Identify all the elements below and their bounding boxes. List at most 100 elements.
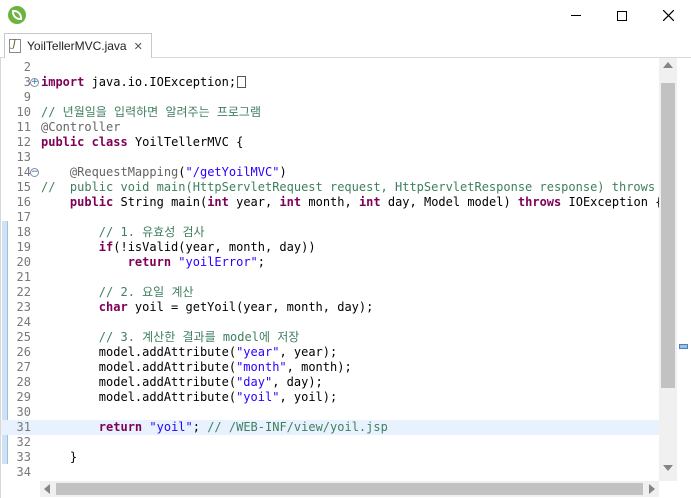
close-icon [662,10,674,21]
code-line-32[interactable]: 32 [1,435,660,450]
line-number: 10 [16,105,31,119]
code-line-10[interactable]: 10 // 년월일을 입력하면 알려주는 프로그램 [1,105,660,120]
line-number: 25 [16,330,31,344]
code-line-23[interactable]: 23 char yoil = getYoil(year, month, day)… [1,300,660,315]
line-number: 14 [16,165,31,179]
minimize-icon [571,15,581,16]
line-number: 15 [16,180,31,194]
code-line-24[interactable]: 24 [1,315,660,330]
code-line-2[interactable]: 2 [1,60,660,75]
line-number: 23 [16,300,31,314]
editor-tab-strip: YoilTellerMVC.java ✕ [0,31,691,79]
close-button[interactable] [645,0,691,31]
line-number: 20 [16,255,31,269]
code-line-20[interactable]: 20 return "yoilError"; [1,255,660,270]
line-number: 18 [16,225,31,239]
code-text[interactable]: } [41,450,77,465]
code-line-30[interactable]: 30 [1,405,660,420]
maximize-button[interactable] [599,0,645,31]
code-line-28[interactable]: 28 model.addAttribute("day", day); [1,375,660,390]
code-line-22[interactable]: 22 // 2. 요일 계산 [1,285,660,300]
code-line-12[interactable]: 12 public class YoilTellerMVC { [1,135,660,150]
code-line-16[interactable]: 16 public String main(int year, int mont… [1,195,663,210]
code-line-21[interactable]: 21 [1,270,660,285]
code-text[interactable]: char yoil = getYoil(year, month, day); [41,300,374,315]
code-line-14[interactable]: 14− @RequestMapping("/getYoilMVC") [1,165,660,180]
line-number: 32 [16,435,31,449]
code-line-27[interactable]: 27 model.addAttribute("month", month); [1,360,660,375]
tab-label: YoilTellerMVC.java [27,39,127,53]
code-line-31[interactable]: 31 return "yoil"; // /WEB-INF/view/yoil.… [1,420,660,435]
line-number: 24 [16,315,31,329]
code-text[interactable]: // 1. 유효성 검사 [41,225,205,240]
line-number: 11 [16,120,31,134]
code-text[interactable]: return "yoil"; // /WEB-INF/view/yoil.jsp [41,420,388,435]
fold-collapse-icon[interactable]: − [30,168,39,177]
code-line-15[interactable]: 15 // public void main(HttpServletRequest… [1,180,684,195]
code-line-26[interactable]: 26 model.addAttribute("year", year); [1,345,660,360]
line-number: 33 [16,450,31,464]
code-text[interactable]: model.addAttribute("day", day); [41,375,323,390]
line-number: 27 [16,360,31,374]
code-line-25[interactable]: 25 // 3. 계산한 결과를 model에 저장 [1,330,660,345]
code-editor[interactable]: 2 3 + import java.io.IOException; 9 10// 년월일을… [0,58,691,498]
overview-marker[interactable] [679,344,688,349]
scroll-left-icon[interactable] [44,484,50,494]
minimize-button[interactable] [553,0,599,31]
code-text[interactable]: public String main(int year, int month, … [41,195,663,210]
fold-expand-icon[interactable]: + [30,78,39,87]
title-bar [0,0,691,31]
line-number: 28 [16,375,31,389]
line-number: 13 [16,150,31,164]
line-number: 12 [16,135,31,149]
line-number: 30 [16,405,31,419]
vertical-scrollbar[interactable] [659,58,677,481]
line-number: 19 [16,240,31,254]
spring-leaf-icon [8,6,26,24]
line-number: 9 [23,90,31,104]
horizontal-scrollbar[interactable] [40,481,659,497]
line-number: 34 [16,465,31,479]
line-number: 17 [16,210,31,224]
code-line-9[interactable]: 9 [1,90,660,105]
code-line-3[interactable]: 3 + import java.io.IOException; [1,75,660,90]
tab-yoiltellermvc[interactable]: YoilTellerMVC.java ✕ [4,33,152,58]
code-text[interactable]: public class YoilTellerMVC { [41,135,243,150]
code-text[interactable]: // public void main(HttpServletRequest r… [41,180,684,195]
line-number: 29 [16,390,31,404]
scroll-right-icon[interactable] [649,484,655,494]
line-number: 22 [16,285,31,299]
overview-ruler [677,58,691,481]
code-text[interactable]: model.addAttribute("yoil", yoil); [41,390,337,405]
code-text[interactable]: import java.io.IOException; [41,75,247,90]
java-file-icon [9,39,21,53]
code-text[interactable]: // 년월일을 입력하면 알려주는 프로그램 [41,105,261,120]
code-text[interactable]: @Controller [41,120,120,135]
code-text[interactable]: model.addAttribute("month", month); [41,360,352,375]
horizontal-scroll-thumb[interactable] [56,483,643,495]
code-text[interactable]: @RequestMapping("/getYoilMVC") [41,165,287,180]
code-line-13[interactable]: 13 [1,150,660,165]
code-line-11[interactable]: 11 @Controller [1,120,660,135]
tab-close-icon[interactable]: ✕ [134,40,143,53]
code-text[interactable]: // 2. 요일 계산 [41,285,194,300]
line-number: 31 [16,420,31,434]
vertical-scroll-thumb[interactable] [661,83,675,388]
code-line-19[interactable]: 19 if(!isValid(year, month, day)) [1,240,660,255]
line-number: 3 [23,75,31,89]
code-line-33[interactable]: 33 } [1,450,660,465]
code-line-17[interactable]: 17 [1,210,660,225]
code-text[interactable]: model.addAttribute("year", year); [41,345,337,360]
code-line-18[interactable]: 18 // 1. 유효성 검사 [1,225,660,240]
scroll-up-icon[interactable] [663,62,673,68]
maximize-icon [617,10,627,21]
scroll-down-icon[interactable] [663,465,673,471]
code-text[interactable]: // 3. 계산한 결과를 model에 저장 [41,330,300,345]
code-text[interactable]: if(!isValid(year, month, day)) [41,240,316,255]
line-number: 16 [16,195,31,209]
line-number: 21 [16,270,31,284]
code-line-29[interactable]: 29 model.addAttribute("yoil", yoil); [1,390,660,405]
line-number: 26 [16,345,31,359]
code-text[interactable]: return "yoilError"; [41,255,265,270]
code-line-34[interactable]: 34 [1,465,660,480]
